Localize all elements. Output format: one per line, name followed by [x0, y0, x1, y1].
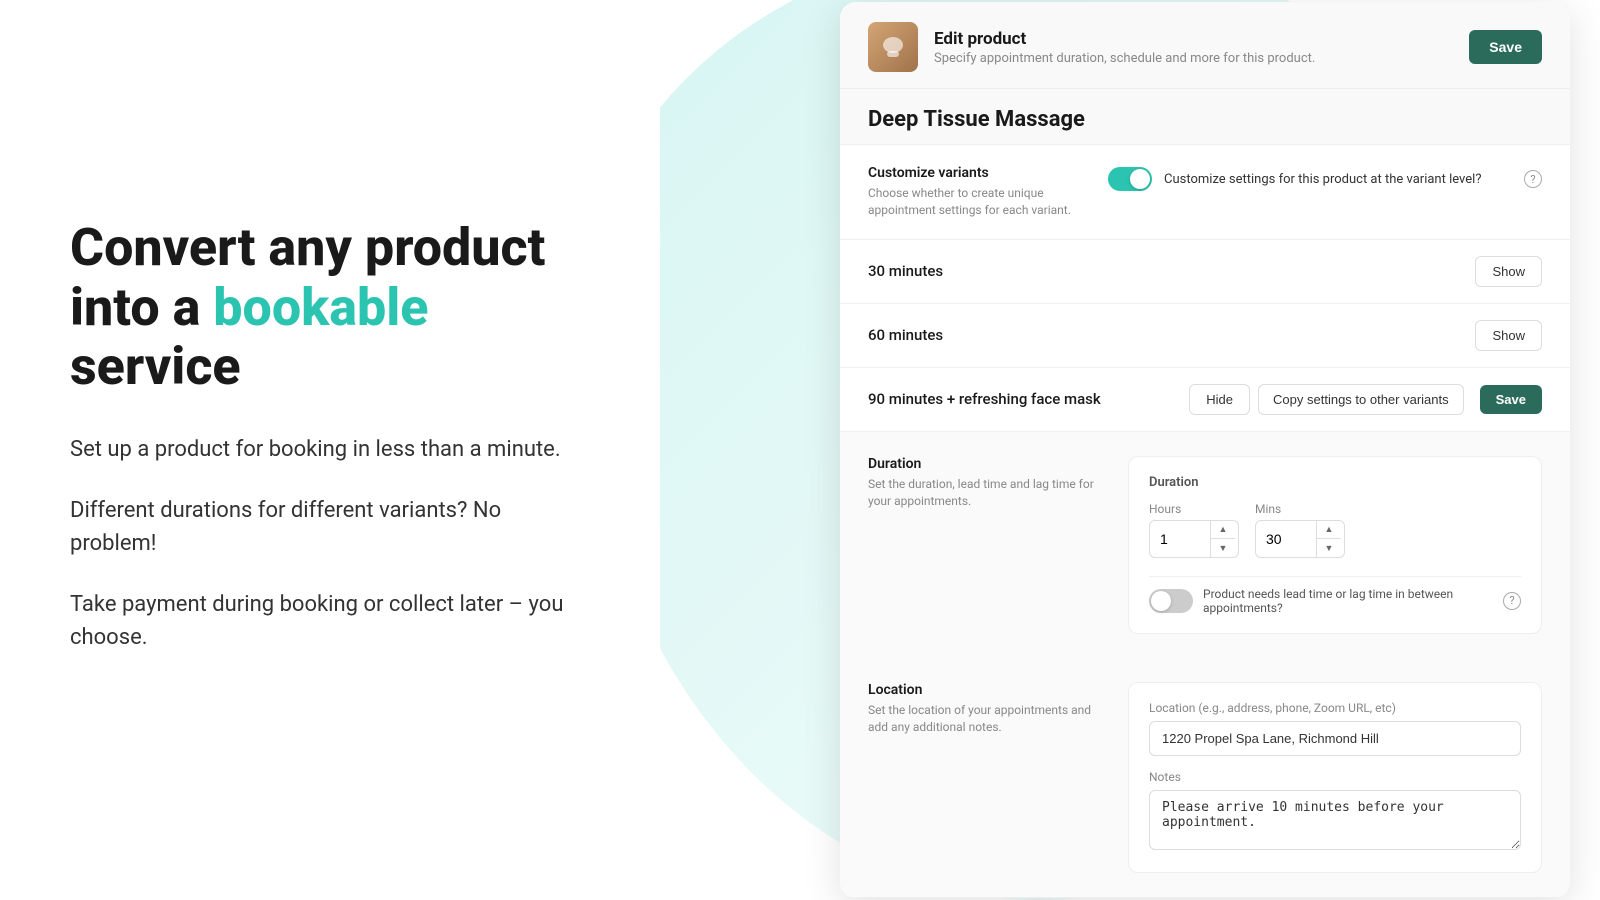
customize-variants-label-group: Customize variants Choose whether to cre…: [868, 165, 1108, 219]
customize-variants-toggle[interactable]: [1108, 167, 1152, 191]
leadtime-help-icon[interactable]: ?: [1503, 592, 1521, 610]
mins-down-button[interactable]: ▼: [1317, 539, 1341, 557]
mins-label: Mins: [1255, 502, 1345, 516]
variant-item-60: 60 minutes Show: [840, 304, 1570, 368]
toggle-knob: [1130, 169, 1150, 189]
variant-name-30: 30 minutes: [868, 262, 1475, 280]
duration-section-label: Duration: [868, 456, 1108, 472]
product-card: Edit product Specify appointment duratio…: [840, 2, 1570, 898]
header-text: Edit product Specify appointment duratio…: [934, 29, 1469, 66]
heading-line2-accent: bookable: [213, 277, 428, 338]
duration-mins-field: Mins ▲ ▼: [1255, 502, 1345, 558]
mins-input[interactable]: [1256, 523, 1316, 555]
leadtime-toggle[interactable]: [1149, 589, 1193, 613]
customize-variants-help-icon[interactable]: ?: [1524, 170, 1542, 188]
duration-control-col: Duration Hours ▲ ▼: [1128, 456, 1542, 634]
hours-up-button[interactable]: ▲: [1211, 521, 1235, 539]
product-name: Deep Tissue Massage: [840, 89, 1570, 145]
leadtime-row: Product needs lead time or lag time in b…: [1149, 576, 1521, 615]
customize-variants-row: Customize variants Choose whether to cre…: [840, 145, 1570, 240]
header-title: Edit product: [934, 29, 1469, 49]
duration-hours-field: Hours ▲ ▼: [1149, 502, 1239, 558]
card-header: Edit product Specify appointment duratio…: [840, 2, 1570, 89]
heading-line1: Convert any product: [70, 217, 545, 278]
duration-inputs: Hours ▲ ▼ Mins: [1149, 502, 1521, 558]
duration-heading: Duration: [1149, 475, 1521, 490]
variant-hide-button-90[interactable]: Hide: [1189, 384, 1250, 415]
hours-input-wrapper[interactable]: ▲ ▼: [1149, 520, 1239, 558]
duration-label-col: Duration Set the duration, lead time and…: [868, 456, 1108, 634]
location-section-label: Location: [868, 682, 1108, 698]
expanded-section: Duration Set the duration, lead time and…: [840, 432, 1570, 898]
variant-name-60: 60 minutes: [868, 326, 1475, 344]
location-label-col: Location Set the location of your appoin…: [868, 682, 1108, 873]
heading-line2-end: service: [70, 336, 241, 397]
hours-input[interactable]: [1150, 523, 1210, 555]
leadtime-text: Product needs lead time or lag time in b…: [1203, 587, 1493, 615]
variant-save-button-90[interactable]: Save: [1480, 385, 1542, 414]
customize-variants-text: Customize settings for this product at t…: [1164, 172, 1512, 187]
left-panel: Convert any product into a bookable serv…: [0, 0, 660, 900]
location-row: Location Set the location of your appoin…: [840, 658, 1570, 897]
location-section-desc: Set the location of your appointments an…: [868, 702, 1108, 736]
heading-line2-plain: into a: [70, 277, 200, 338]
mins-up-button[interactable]: ▲: [1317, 521, 1341, 539]
variant-copy-button-90[interactable]: Copy settings to other variants: [1258, 384, 1464, 415]
right-panel: Edit product Specify appointment duratio…: [660, 0, 1600, 900]
customize-variants-control: Customize settings for this product at t…: [1108, 165, 1542, 191]
duration-row: Duration Set the duration, lead time and…: [840, 432, 1570, 658]
mins-input-wrapper[interactable]: ▲ ▼: [1255, 520, 1345, 558]
mins-spinners: ▲ ▼: [1316, 521, 1341, 557]
hours-spinners: ▲ ▼: [1210, 521, 1235, 557]
customize-variants-label: Customize variants: [868, 165, 1108, 181]
notes-textarea[interactable]: Please arrive 10 minutes before your app…: [1149, 790, 1521, 850]
notes-label: Notes: [1149, 770, 1521, 784]
duration-section-desc: Set the duration, lead time and lag time…: [868, 476, 1108, 510]
variant-item-30: 30 minutes Show: [840, 240, 1570, 304]
location-control-col: Location (e.g., address, phone, Zoom URL…: [1128, 682, 1542, 873]
header-subtitle: Specify appointment duration, schedule a…: [934, 51, 1469, 66]
variant-item-90: 90 minutes + refreshing face mask Hide C…: [840, 368, 1570, 432]
hero-heading: Convert any product into a bookable serv…: [70, 218, 590, 397]
header-save-button[interactable]: Save: [1469, 30, 1542, 64]
leadtime-toggle-knob: [1151, 591, 1171, 611]
hero-para3: Take payment during booking or collect l…: [70, 588, 590, 654]
hero-para1: Set up a product for booking in less tha…: [70, 433, 590, 466]
variant-actions-90: Hide Copy settings to other variants Sav…: [1189, 384, 1542, 415]
location-field-label: Location (e.g., address, phone, Zoom URL…: [1149, 701, 1521, 715]
variant-show-button-30[interactable]: Show: [1475, 256, 1542, 287]
customize-variants-desc: Choose whether to create unique appointm…: [868, 185, 1108, 219]
product-thumbnail: [868, 22, 918, 72]
hours-label: Hours: [1149, 502, 1239, 516]
hero-para2: Different durations for different varian…: [70, 494, 590, 560]
variant-name-90: 90 minutes + refreshing face mask: [868, 390, 1189, 408]
hours-down-button[interactable]: ▼: [1211, 539, 1235, 557]
variant-show-button-60[interactable]: Show: [1475, 320, 1542, 351]
product-thumbnail-icon: [877, 31, 909, 63]
card-body: Customize variants Choose whether to cre…: [840, 145, 1570, 898]
location-input[interactable]: [1149, 721, 1521, 756]
